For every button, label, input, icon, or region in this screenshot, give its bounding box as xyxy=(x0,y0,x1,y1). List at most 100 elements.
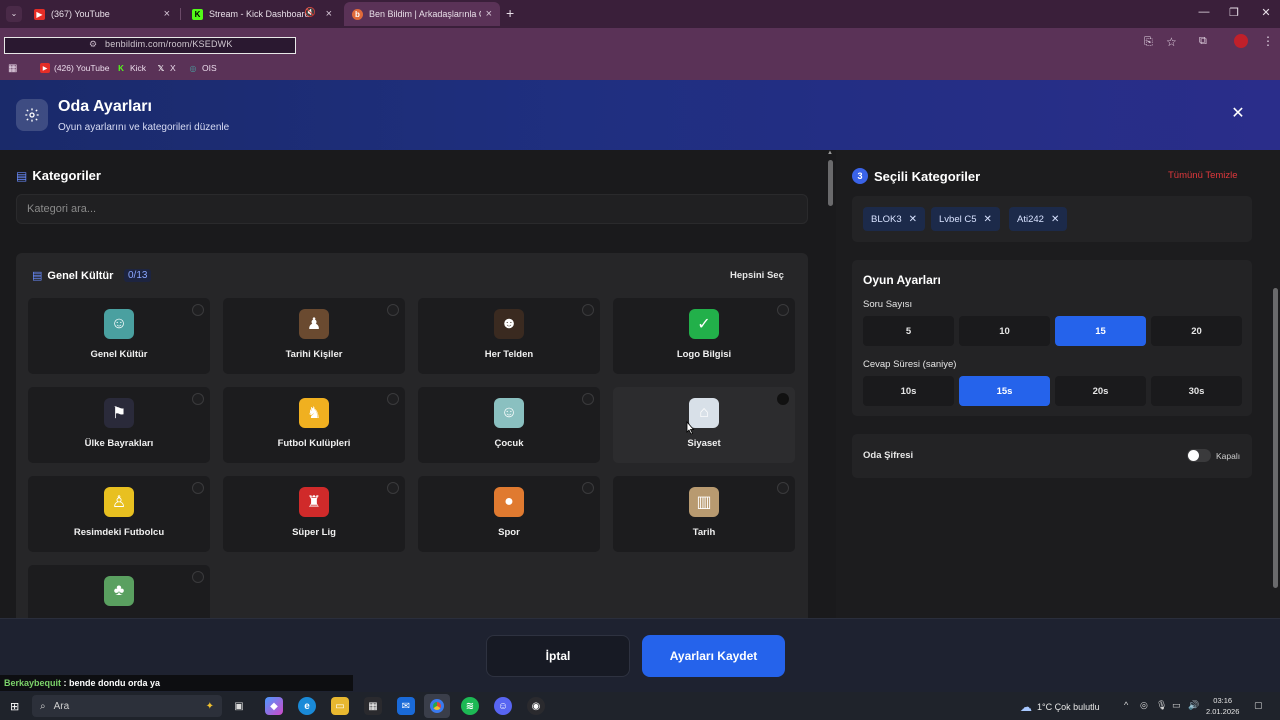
category-select-radio[interactable] xyxy=(387,393,399,405)
cancel-button[interactable]: İptal xyxy=(486,635,630,677)
category-select-radio[interactable] xyxy=(777,393,789,405)
category-card[interactable]: ♜ Süper Lig xyxy=(223,476,405,552)
category-label: Tarihi Kişiler xyxy=(285,349,343,360)
answer-time-option[interactable]: 15s xyxy=(959,376,1050,406)
game-settings-title: Oyun Ayarları xyxy=(863,273,941,287)
select-all-button[interactable]: Hepsini Seç xyxy=(730,270,784,281)
extensions-icon[interactable]: ⧉ xyxy=(1199,35,1207,48)
tab-title: (367) YouTube xyxy=(51,9,110,19)
file-explorer-icon[interactable]: ▭ xyxy=(331,697,349,715)
page-scrollbar[interactable] xyxy=(1270,150,1280,692)
store-icon[interactable]: ▦ xyxy=(364,697,382,715)
category-select-radio[interactable] xyxy=(192,393,204,405)
category-card[interactable]: ♙ Resimdeki Futbolcu xyxy=(28,476,210,552)
category-select-radio[interactable] xyxy=(582,393,594,405)
question-count-option[interactable]: 20 xyxy=(1151,316,1242,346)
question-count-option[interactable]: 15 xyxy=(1055,316,1146,346)
scrollbar-thumb[interactable] xyxy=(1273,288,1278,588)
category-card[interactable]: ☺ Çocuk xyxy=(418,387,600,463)
category-card[interactable]: ✓ Logo Bilgisi xyxy=(613,298,795,374)
chrome-icon[interactable] xyxy=(424,694,450,718)
apps-icon[interactable]: ▦ xyxy=(8,63,17,74)
answer-time-option[interactable]: 30s xyxy=(1151,376,1242,406)
tab-youtube[interactable]: ▶ (367) YouTube × xyxy=(26,2,178,26)
tab-ben-bildim[interactable]: b Ben Bildim | Arkadaşlarınla Onl × xyxy=(344,2,500,26)
category-card[interactable]: ☻ Her Telden xyxy=(418,298,600,374)
youtube-icon: ▶ xyxy=(34,8,45,20)
notification-icon[interactable]: ▢ xyxy=(1254,700,1263,711)
room-password-toggle[interactable] xyxy=(1187,449,1211,462)
answer-time-option[interactable]: 20s xyxy=(1055,376,1146,406)
scroll-up-icon[interactable]: ▲ xyxy=(827,150,833,156)
address-bar[interactable]: ⚙ benbildim.com/room/KSEDWK xyxy=(4,37,296,54)
taskbar-search[interactable]: ⌕ Ara ✦ xyxy=(32,695,222,717)
category-select-radio[interactable] xyxy=(387,482,399,494)
remove-chip-icon[interactable]: ✕ xyxy=(1051,214,1059,225)
tab-search-icon[interactable]: ⌄ xyxy=(6,6,22,22)
answer-time-option[interactable]: 10s xyxy=(863,376,954,406)
close-icon[interactable]: ✕ xyxy=(1228,104,1248,124)
close-tab-icon[interactable]: × xyxy=(164,8,170,20)
category-card[interactable]: ⌂ Siyaset xyxy=(613,387,795,463)
clock[interactable]: 03:16 2.01.2026 xyxy=(1206,695,1239,717)
category-card[interactable]: ♞ Futbol Kulüpleri xyxy=(223,387,405,463)
close-tab-icon[interactable]: × xyxy=(326,8,332,20)
mail-icon[interactable]: ✉ xyxy=(397,697,415,715)
category-select-radio[interactable] xyxy=(582,304,594,316)
remove-chip-icon[interactable]: ✕ xyxy=(984,214,992,225)
bookmark-label: Kick xyxy=(130,63,147,73)
tab-kick-dashboard[interactable]: K Stream - Kick Dashboard 🔇 × xyxy=(184,2,340,26)
mute-icon[interactable]: 🔇 xyxy=(305,7,316,18)
question-count-option[interactable]: 10 xyxy=(959,316,1050,346)
category-card[interactable]: ▥ Tarih xyxy=(613,476,795,552)
bookmark-kick[interactable]: K Kick xyxy=(116,63,146,73)
weather-widget[interactable]: ☁ 1°C Çok bulutlu xyxy=(1020,700,1100,714)
question-count-option[interactable]: 5 xyxy=(863,316,954,346)
install-app-icon[interactable]: ⎘ xyxy=(1144,36,1153,49)
volume-icon[interactable]: 🔊 xyxy=(1188,700,1199,711)
close-tab-icon[interactable]: × xyxy=(486,8,492,20)
category-select-radio[interactable] xyxy=(777,482,789,494)
minimize-icon[interactable]: — xyxy=(1194,6,1214,18)
edge-icon[interactable]: e xyxy=(298,697,316,715)
category-select-radio[interactable] xyxy=(582,482,594,494)
tray-expand-icon[interactable]: ^ xyxy=(1124,700,1128,710)
menu-icon[interactable]: ⋮ xyxy=(1262,34,1274,48)
category-card[interactable]: ⚑ Ülke Bayrakları xyxy=(28,387,210,463)
window-close-icon[interactable]: ✕ xyxy=(1256,6,1276,19)
discord-icon[interactable]: ☺ xyxy=(494,697,512,715)
category-select-radio[interactable] xyxy=(192,482,204,494)
windows-start-icon[interactable]: ⊞ xyxy=(10,700,19,713)
spotify-icon[interactable]: ≋ xyxy=(461,697,479,715)
bookmark-x[interactable]: 𝕏 X xyxy=(156,63,176,73)
task-view-icon[interactable]: ▣ xyxy=(230,697,248,715)
category-select-radio[interactable] xyxy=(777,304,789,316)
scrollbar-thumb[interactable] xyxy=(828,160,833,206)
network-icon[interactable]: ▭ xyxy=(1172,700,1181,711)
colosseum-icon: ▥ xyxy=(689,487,719,517)
bookmark-star-icon[interactable]: ☆ xyxy=(1166,35,1177,49)
category-card[interactable]: ☺ Genel Kültür xyxy=(28,298,210,374)
clear-all-button[interactable]: Tümünü Temizle xyxy=(1168,170,1238,181)
category-card[interactable]: ● Spor xyxy=(418,476,600,552)
category-select-radio[interactable] xyxy=(192,304,204,316)
restore-icon[interactable]: ❐ xyxy=(1224,6,1244,19)
category-search-input[interactable] xyxy=(16,194,808,224)
browser-toolbar: ← → ↻ ⚙ benbildim.com/room/KSEDWK ⎘ ☆ ⧉ … xyxy=(0,28,1280,60)
category-card[interactable]: ♟ Tarihi Kişiler xyxy=(223,298,405,374)
bookmark-youtube[interactable]: ▶ (426) YouTube xyxy=(40,63,109,73)
remove-chip-icon[interactable]: ✕ xyxy=(909,214,917,225)
new-tab-button[interactable]: + xyxy=(506,5,514,21)
copilot-icon[interactable]: ◆ xyxy=(265,697,283,715)
chat-message: : bende dondu orda ya xyxy=(63,678,161,688)
bookmark-ois[interactable]: ◎ OIS xyxy=(188,63,217,73)
profile-avatar[interactable] xyxy=(1234,34,1248,48)
category-select-radio[interactable] xyxy=(192,571,204,583)
site-info-icon[interactable]: ⚙ xyxy=(89,39,97,50)
categories-scrollbar[interactable]: ▲ ▼ xyxy=(826,150,836,692)
save-settings-button[interactable]: Ayarları Kaydet xyxy=(642,635,785,677)
category-label: Ülke Bayrakları xyxy=(84,438,154,449)
category-select-radio[interactable] xyxy=(387,304,399,316)
windows-taskbar: ⊞ ⌕ Ara ✦ ▣ ◆ e ▭ ▦ ✉ ≋ ☺ ◉ ☁ 1°C Çok bu… xyxy=(0,692,1280,720)
obs-icon[interactable]: ◉ xyxy=(527,697,545,715)
